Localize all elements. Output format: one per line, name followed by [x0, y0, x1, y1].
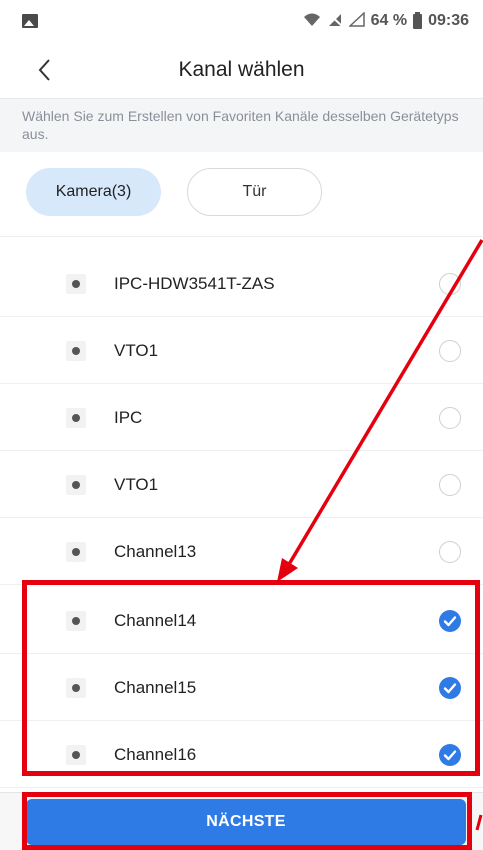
camera-icon	[66, 678, 86, 698]
channel-row[interactable]: IPC-HDW3541T-ZAS	[0, 250, 483, 317]
radio-unchecked-icon[interactable]	[439, 541, 461, 563]
channel-row[interactable]: IPC	[0, 384, 483, 451]
camera-icon	[66, 611, 86, 631]
signal-icon	[347, 10, 365, 31]
channel-name: VTO1	[114, 341, 159, 360]
channel-row[interactable]: VTO1	[0, 317, 483, 384]
camera-icon	[66, 274, 86, 294]
hint-text: Wählen Sie zum Erstellen von Favoriten K…	[0, 98, 483, 152]
checkmark-icon[interactable]	[439, 677, 461, 699]
channel-name: IPC	[114, 408, 143, 427]
battery-icon	[413, 11, 423, 29]
chevron-left-icon[interactable]	[34, 56, 56, 84]
checkmark-icon[interactable]	[439, 610, 461, 632]
channel-name: IPC-HDW3541T-ZAS	[114, 274, 275, 293]
channel-row[interactable]: Channel14	[0, 587, 483, 654]
radio-unchecked-icon[interactable]	[439, 474, 461, 496]
tab-door[interactable]: Tür	[187, 168, 322, 216]
next-button[interactable]: NÄCHSTE	[26, 799, 466, 845]
checkmark-icon[interactable]	[439, 744, 461, 766]
channel-row[interactable]: Channel16	[0, 721, 483, 788]
battery-percent: 64 %	[370, 12, 408, 29]
no-sim-icon	[326, 11, 343, 31]
channel-row[interactable]: Channel13	[0, 518, 483, 585]
app-header: Kanal wählen	[0, 42, 483, 98]
channel-list[interactable]: IPC-HDW3541T-ZAS VTO1 IPC VTO1 Channel13…	[0, 236, 483, 792]
channel-name: Channel15	[114, 678, 197, 697]
page-title: Kanal wählen	[178, 58, 305, 81]
camera-icon	[66, 475, 86, 495]
tab-camera[interactable]: Kamera(3)	[26, 168, 161, 216]
channel-name: Channel14	[114, 611, 197, 630]
radio-unchecked-icon[interactable]	[439, 340, 461, 362]
radio-unchecked-icon[interactable]	[439, 273, 461, 295]
status-left	[22, 14, 38, 28]
status-right: 64 % 09:36	[303, 10, 469, 31]
clock: 09:36	[428, 12, 469, 29]
bottom-bar: NÄCHSTE	[0, 792, 483, 850]
wifi-question-icon	[303, 12, 321, 31]
channel-name: Channel13	[114, 542, 197, 561]
channel-row[interactable]: Channel15	[0, 654, 483, 721]
channel-row[interactable]: VTO1	[0, 451, 483, 518]
status-bar: 64 % 09:36	[0, 0, 483, 42]
camera-icon	[66, 542, 86, 562]
radio-unchecked-icon[interactable]	[439, 407, 461, 429]
camera-icon	[66, 745, 86, 765]
image-icon	[22, 14, 38, 28]
channel-name: Channel16	[114, 745, 197, 764]
device-type-tabs: Kamera(3) Tür	[0, 152, 483, 236]
channel-name: VTO1	[114, 475, 159, 494]
camera-icon	[66, 341, 86, 361]
camera-icon	[66, 408, 86, 428]
